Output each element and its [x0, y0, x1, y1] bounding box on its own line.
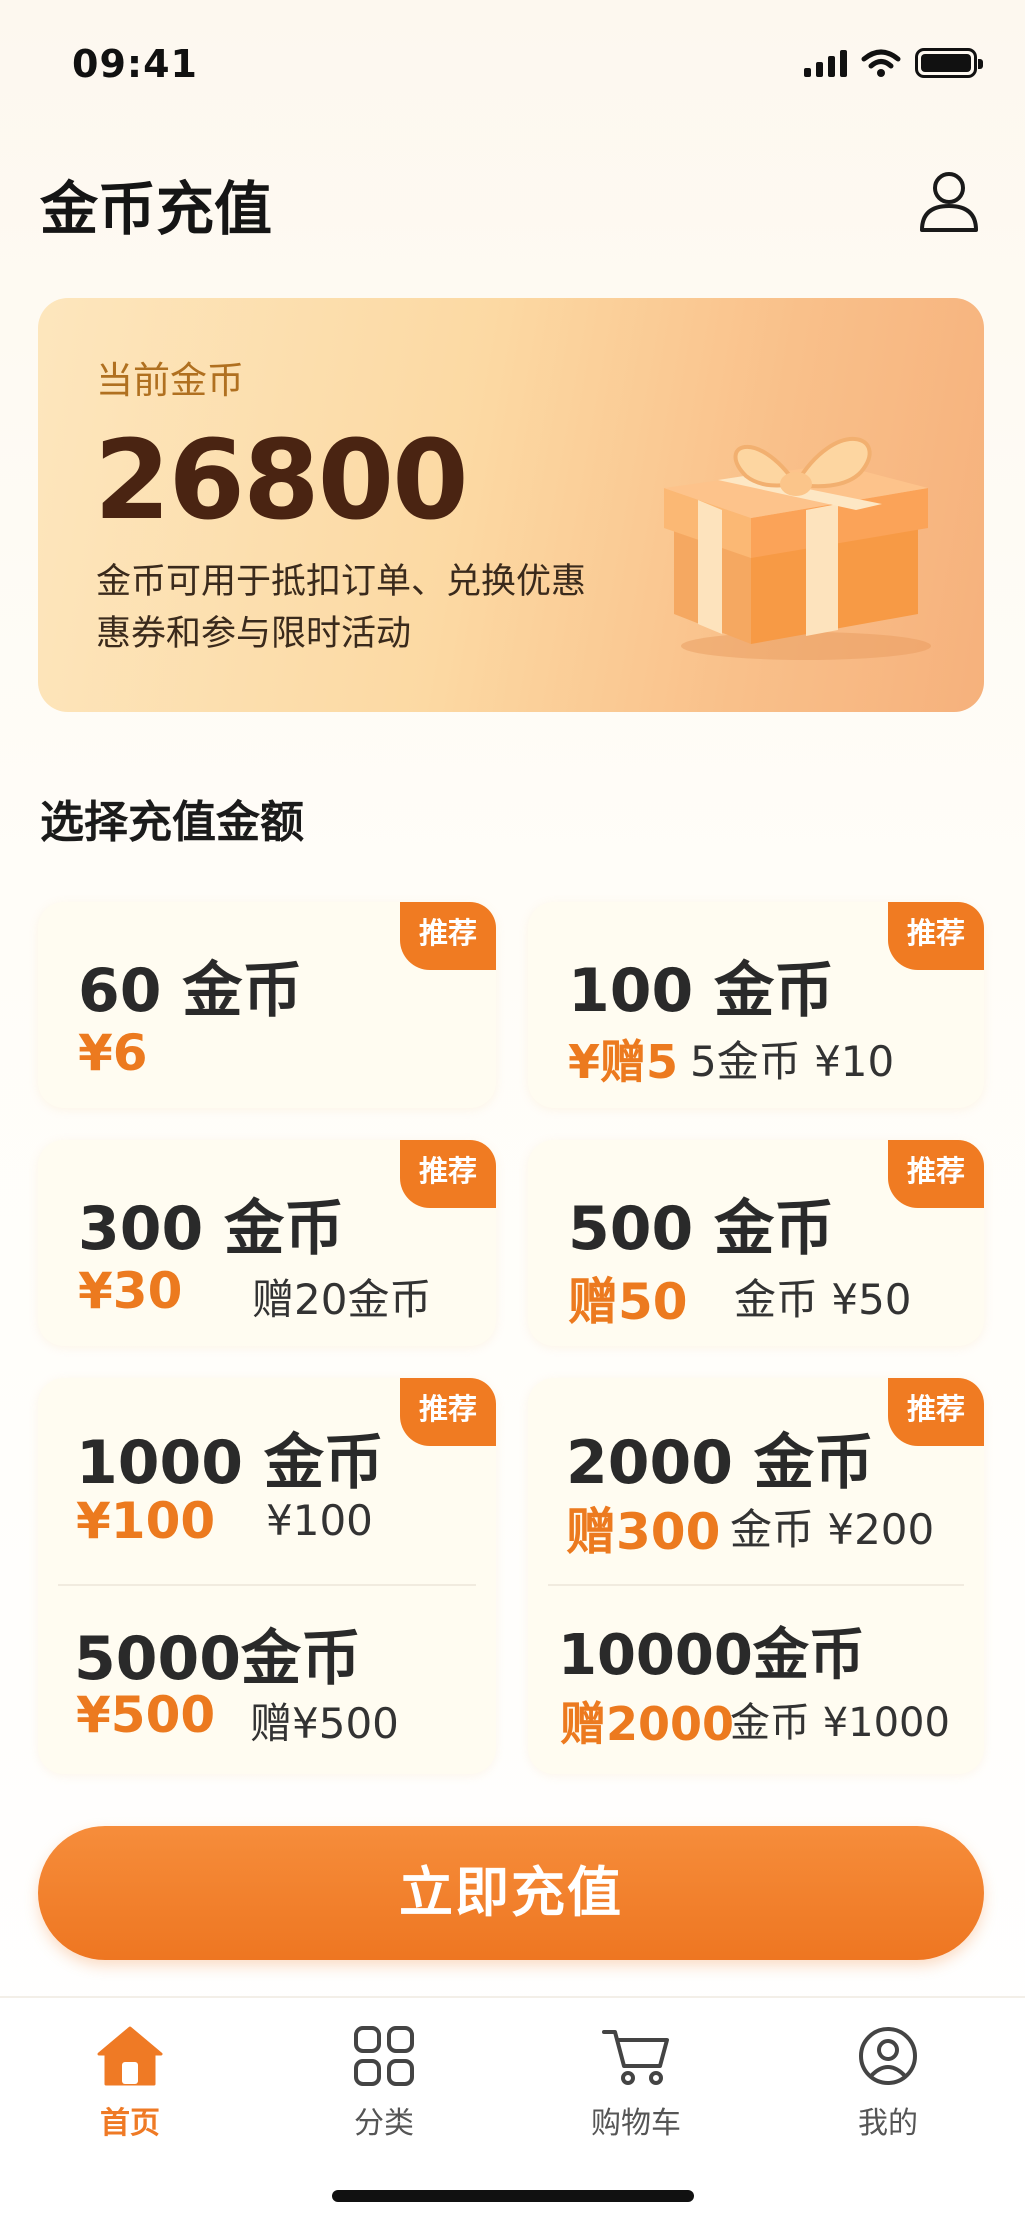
package-bonus: ¥100 [266, 1496, 373, 1545]
package-card-60[interactable]: 推荐 60 金币 ¥6 [38, 902, 496, 1108]
package-price-5000: ¥500 [76, 1686, 216, 1744]
tab-profile[interactable]: 我的 [798, 2024, 978, 2144]
balance-value: 26800 [94, 416, 469, 544]
recommend-tag: 推荐 [400, 1378, 496, 1446]
package-coins: 1000 金币 [76, 1428, 384, 1498]
package-coins-5000[interactable]: 5000金币 [74, 1610, 361, 1697]
package-price: ¥赠5 [568, 1035, 679, 1089]
package-bonus: 金币 ¥200 [730, 1505, 935, 1554]
package-price: 赠50 [568, 1273, 688, 1331]
gift-box-icon [664, 437, 931, 660]
package-price: 赠300 [566, 1503, 721, 1561]
package-bonus-5000: 赠¥500 [250, 1699, 399, 1748]
package-bonus: 5金币 ¥10 [690, 1037, 895, 1086]
package-coins: 60 金币 [78, 956, 303, 1026]
package-card-300[interactable]: 推荐 300 金币 ¥30 赠20金币 [38, 1140, 496, 1346]
profile-icon [859, 2027, 917, 2085]
cart-icon [602, 2030, 669, 2085]
balance-label: 当前金币 [96, 359, 244, 402]
signal-icon [804, 49, 847, 77]
recommend-tag: 推荐 [888, 1140, 984, 1208]
recommend-tag: 推荐 [888, 902, 984, 970]
package-card-2000[interactable]: 推荐 2000 金币 赠300 金币 ¥200 10000金币 赠2000 金币… [528, 1378, 984, 1774]
recommend-tag: 推荐 [400, 902, 496, 970]
package-coins: 2000 金币 [566, 1428, 874, 1498]
tab-profile-label: 我的 [858, 2106, 918, 2141]
package-card-500[interactable]: 推荐 500 金币 赠50 金币 ¥50 [528, 1140, 984, 1346]
package-card-100[interactable]: 推荐 100 金币 ¥赠5 5金币 ¥10 [528, 902, 984, 1108]
package-price: ¥6 [78, 1024, 148, 1082]
status-time: 09:41 [72, 42, 198, 86]
package-price: ¥30 [78, 1262, 183, 1320]
balance-desc-line-1: 金币可用于抵扣订单、兑换优惠 [96, 562, 587, 602]
recharge-now-button[interactable]: 立即充值 [38, 1826, 984, 1960]
card-divider [548, 1584, 964, 1586]
section-title: 选择充值金额 [40, 797, 304, 848]
package-bonus: 金币 ¥50 [734, 1275, 912, 1324]
package-coins: 500 金币 [568, 1194, 835, 1264]
tab-home[interactable]: 首页 [40, 2024, 220, 2144]
package-coins-10000[interactable]: 10000金币 [558, 1610, 865, 1691]
tab-category[interactable]: 分类 [294, 2024, 474, 2144]
package-card-1000[interactable]: 推荐 1000 金币 ¥100 ¥100 5000金币 ¥500 赠¥500 [38, 1378, 496, 1774]
package-price: ¥100 [76, 1492, 216, 1550]
tab-home-label: 首页 [100, 2106, 160, 2141]
package-coins: 300 金币 [78, 1194, 345, 1264]
battery-icon [915, 48, 983, 78]
package-bonus: 赠20金币 [252, 1275, 432, 1324]
home-icon [97, 2026, 163, 2086]
page-title: 金币充值 [40, 175, 273, 243]
package-coins: 100 金币 [568, 956, 835, 1026]
card-divider [58, 1584, 476, 1586]
user-profile-button[interactable] [917, 168, 981, 234]
recommend-tag: 推荐 [888, 1378, 984, 1446]
recommend-tag: 推荐 [400, 1140, 496, 1208]
balance-card: 当前金币 26800 金币可用于抵扣订单、兑换优惠 惠券和参与限时活动 [38, 298, 984, 712]
tab-cart[interactable]: 购物车 [546, 2024, 726, 2144]
package-price-10000: 赠2000 [560, 1697, 735, 1751]
grid-icon [354, 2026, 414, 2086]
balance-description: 金币可用于抵扣订单、兑换优惠 惠券和参与限时活动 [96, 556, 656, 660]
balance-desc-line-2: 惠券和参与限时活动 [96, 614, 412, 654]
wifi-icon [861, 49, 901, 77]
tab-cart-label: 购物车 [591, 2106, 681, 2141]
status-bar: 09:41 [0, 0, 1025, 130]
package-bonus-10000: 金币 ¥1000 [730, 1700, 950, 1746]
home-indicator [332, 2190, 694, 2202]
tab-category-label: 分类 [354, 2106, 414, 2141]
status-icons [804, 48, 983, 78]
user-icon [920, 172, 978, 232]
